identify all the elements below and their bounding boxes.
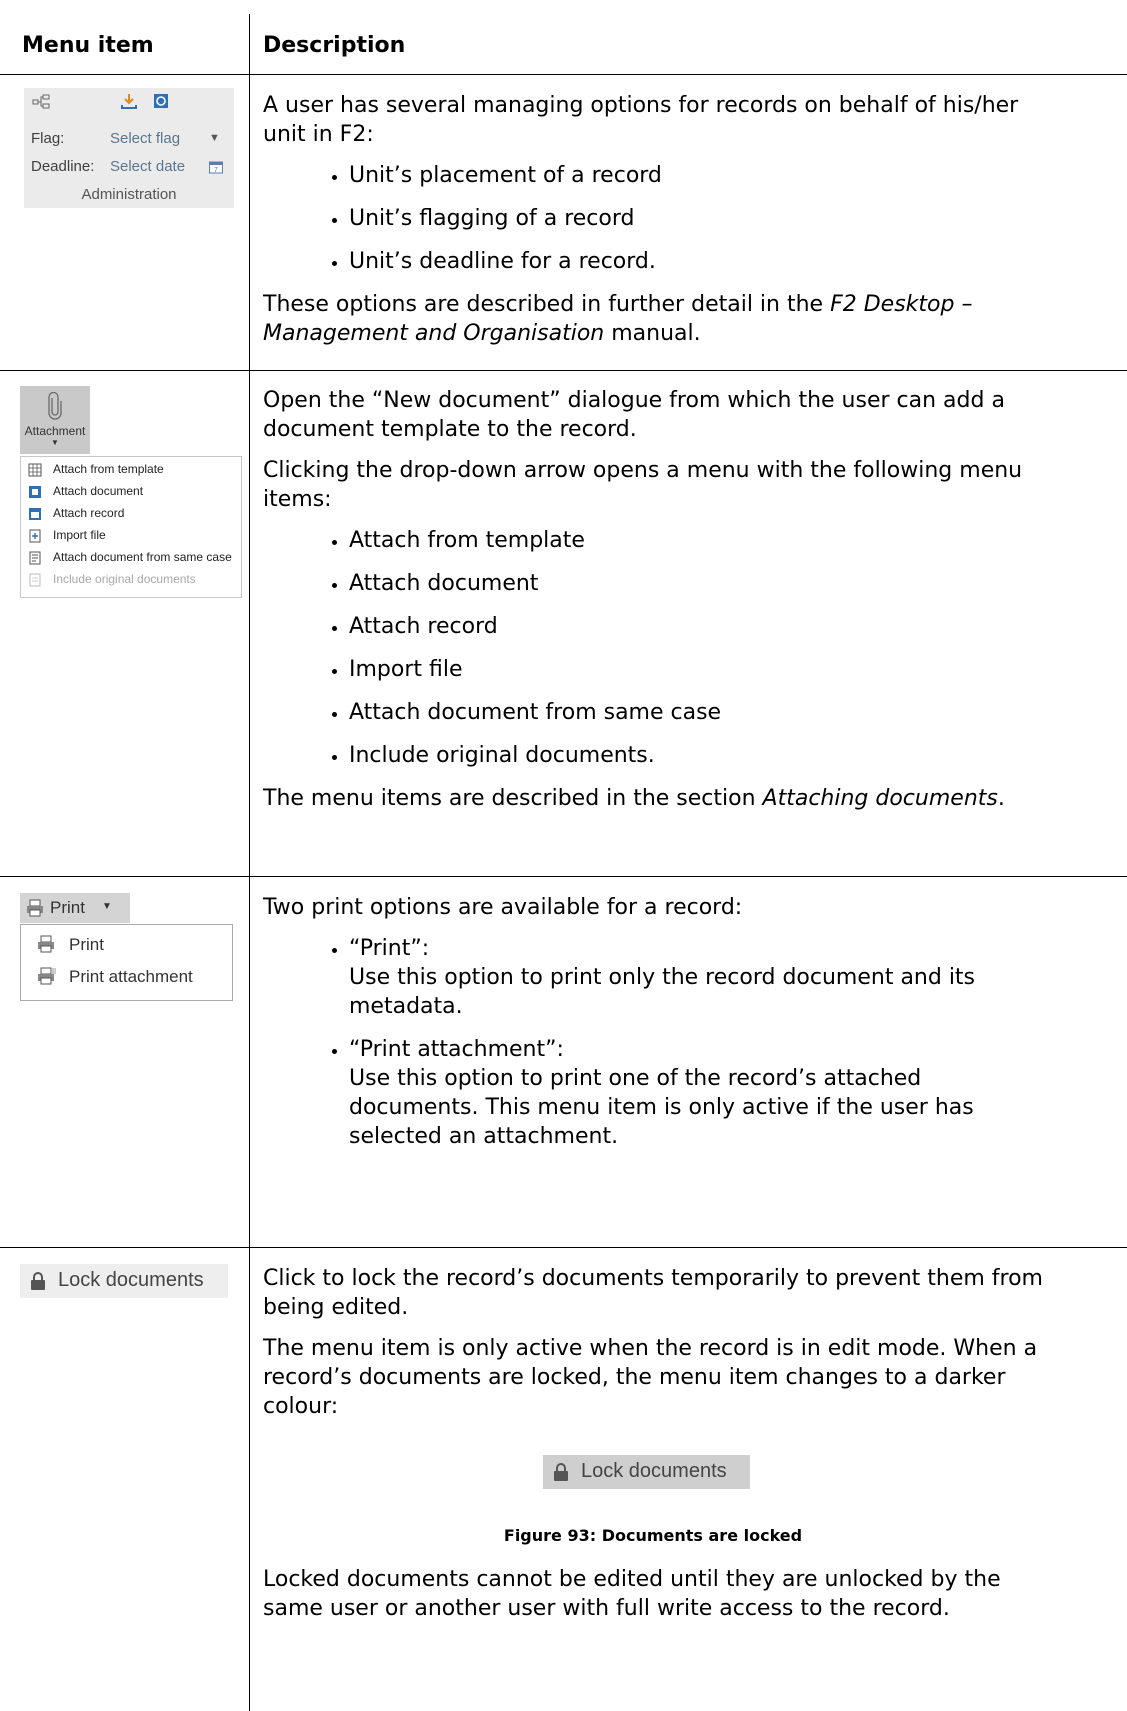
list-item: Unit’s flagging of a record xyxy=(349,204,1043,233)
lock-icon xyxy=(31,1272,45,1290)
import-icon xyxy=(29,529,41,543)
menu-item-include-original[interactable]: Include original documents xyxy=(21,569,241,591)
printer-icon xyxy=(27,899,43,917)
list-item: Include original documents. xyxy=(349,741,1043,770)
svg-text:7: 7 xyxy=(214,167,218,174)
figure-caption: Figure 93: Documents are locked xyxy=(503,1526,803,1545)
row-divider xyxy=(0,74,1127,75)
attachment-button[interactable]: Attachment ▼ xyxy=(20,386,90,454)
print-menu: Print Print attachment xyxy=(20,924,233,1001)
administration-panel: Flag: Select flag ▼ Deadline: Select dat… xyxy=(24,88,234,208)
row4-p2: The menu item is only active when the re… xyxy=(263,1336,1038,1419)
row-divider xyxy=(0,370,1127,371)
row2-p1: Open the “New document” dialogue from wh… xyxy=(263,388,1005,442)
list-item: Unit’s placement of a record xyxy=(349,161,1043,190)
row1-description: A user has several managing options for … xyxy=(263,91,1043,360)
flag-label: Flag: xyxy=(31,130,65,147)
row3-intro: Two print options are available for a re… xyxy=(263,895,743,920)
header-menu-item: Menu item xyxy=(22,33,154,58)
row1-intro: A user has several managing options for … xyxy=(263,93,1019,147)
row4-description: Click to lock the record’s documents tem… xyxy=(263,1264,1043,1433)
row-divider xyxy=(0,876,1127,877)
list-item: Attach from template xyxy=(349,526,1043,555)
row2-description: Open the “New document” dialogue from wh… xyxy=(263,386,1043,825)
dropdown-arrow-icon[interactable]: ▼ xyxy=(102,901,112,912)
lock-documents-button[interactable]: Lock documents xyxy=(20,1264,228,1298)
calendar-icon[interactable]: 7 xyxy=(208,159,224,175)
menu-item-print-attachment[interactable]: Print attachment xyxy=(21,963,232,991)
paperclip-icon xyxy=(48,392,62,420)
menu-item-print[interactable]: Print xyxy=(21,931,232,959)
attachment-button-label: Attachment xyxy=(24,424,86,438)
hierarchy-icon[interactable] xyxy=(32,94,50,110)
download-icon[interactable] xyxy=(120,92,138,110)
menu-item-attach-same-case[interactable]: Attach document from same case xyxy=(21,547,241,569)
list-item: “Print”:Use this option to print only th… xyxy=(349,934,1043,1021)
attachment-menu: Attach from template Attach document Att… xyxy=(20,456,242,598)
menu-item-attach-document[interactable]: Attach document xyxy=(21,481,241,503)
row2-outro: The menu items are described in the sect… xyxy=(263,786,1005,811)
administration-group-label: Administration xyxy=(81,186,177,203)
document-case-icon xyxy=(29,551,41,565)
row4-closing: Locked documents cannot be edited until … xyxy=(263,1565,1043,1635)
printer-icon xyxy=(38,935,54,953)
list-item: Import file xyxy=(349,655,1043,684)
list-item: Attach record xyxy=(349,612,1043,641)
flag-select[interactable]: Select flag xyxy=(110,130,180,147)
row2-bullet-list: Attach from template Attach document Att… xyxy=(263,526,1043,770)
row1-outro: These options are described in further d… xyxy=(263,292,973,346)
print-button[interactable]: Print ▼ xyxy=(20,893,130,923)
menu-item-attach-from-template[interactable]: Attach from template xyxy=(21,459,241,481)
row-divider xyxy=(0,1247,1127,1248)
list-item: Attach document xyxy=(349,569,1043,598)
sync-icon[interactable] xyxy=(152,92,170,110)
document-icon xyxy=(29,486,41,498)
menu-item-attach-record[interactable]: Attach record xyxy=(21,503,241,525)
row4-p1: Click to lock the record’s documents tem… xyxy=(263,1266,1043,1320)
locked-documents-figure: Lock documents xyxy=(543,1455,750,1489)
row2-p2: Clicking the drop-down arrow opens a men… xyxy=(263,458,1023,512)
row4-p3: Locked documents cannot be edited until … xyxy=(263,1567,1001,1621)
print-button-label: Print xyxy=(50,898,85,917)
original-document-icon xyxy=(29,573,41,587)
dropdown-arrow-icon[interactable]: ▼ xyxy=(20,438,90,447)
list-item: Attach document from same case xyxy=(349,698,1043,727)
record-icon xyxy=(29,508,41,520)
row1-bullet-list: Unit’s placement of a record Unit’s flag… xyxy=(263,161,1043,276)
row3-description: Two print options are available for a re… xyxy=(263,893,1043,1165)
menu-item-import-file[interactable]: Import file xyxy=(21,525,241,547)
chevron-down-icon[interactable]: ▼ xyxy=(209,132,220,144)
list-item: Unit’s deadline for a record. xyxy=(349,247,1043,276)
deadline-picker[interactable]: Select date xyxy=(110,158,185,175)
deadline-label: Deadline: xyxy=(31,158,95,175)
template-icon xyxy=(28,463,42,477)
list-item: “Print attachment”:Use this option to pr… xyxy=(349,1035,1043,1151)
column-divider xyxy=(249,14,250,1711)
row3-bullet-list: “Print”:Use this option to print only th… xyxy=(263,934,1043,1151)
header-description: Description xyxy=(263,33,406,58)
lock-icon xyxy=(554,1463,568,1481)
printer-attachment-icon xyxy=(38,967,56,985)
